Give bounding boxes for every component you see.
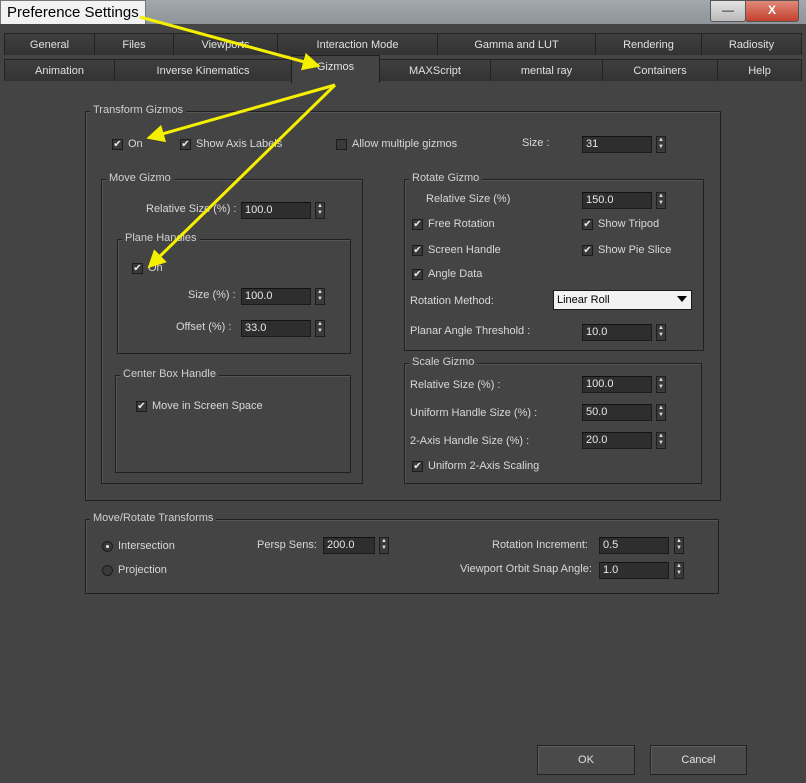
tab-animation[interactable]: Animation <box>4 59 115 81</box>
tab-mental-ray[interactable]: mental ray <box>490 59 603 81</box>
two-axis-handle-size-field[interactable]: 20.0 <box>582 432 652 449</box>
allow-multiple-checkbox[interactable] <box>336 139 347 150</box>
tab-maxscript[interactable]: MAXScript <box>379 59 491 81</box>
free-rotation-label: Free Rotation <box>428 218 495 230</box>
tab-gamma-lut[interactable]: Gamma and LUT <box>437 33 596 55</box>
planar-angle-label: Planar Angle Threshold : <box>410 325 531 337</box>
screen-handle-label: Screen Handle <box>428 244 501 256</box>
plane-offset-spinner[interactable]: ▲ ▼ <box>315 320 325 337</box>
ok-button[interactable]: OK <box>537 745 635 775</box>
uniform-scaling-checkbox[interactable]: ✔ <box>412 461 423 472</box>
show-axis-labels-label: Show Axis Labels <box>196 138 283 150</box>
center-box-legend: Center Box Handle <box>120 368 219 380</box>
uniform-handle-size-field[interactable]: 50.0 <box>582 404 652 421</box>
rotate-relative-size-spinner[interactable]: ▲ ▼ <box>656 192 666 209</box>
tab-help[interactable]: Help <box>717 59 802 81</box>
tab-radiosity[interactable]: Radiosity <box>701 33 802 55</box>
two-axis-handle-size-label: 2-Axis Handle Size (%) : <box>410 435 530 447</box>
size-spinner[interactable]: ▲ ▼ <box>656 136 666 153</box>
transform-gizmos-legend: Transform Gizmos <box>90 104 187 116</box>
uniform-scaling-label: Uniform 2-Axis Scaling <box>428 460 540 472</box>
plane-size-spinner[interactable]: ▲ ▼ <box>315 288 325 305</box>
allow-multiple-label: Allow multiple gizmos <box>352 138 458 150</box>
show-axis-labels-checkbox[interactable]: ✔ <box>180 139 191 150</box>
projection-label: Projection <box>118 564 167 576</box>
rotation-increment-label: Rotation Increment: <box>492 539 588 551</box>
center-box-group <box>115 375 351 473</box>
move-gizmo-legend: Move Gizmo <box>106 172 174 184</box>
two-axis-handle-size-spinner[interactable]: ▲ ▼ <box>656 432 666 449</box>
scale-gizmo-legend: Scale Gizmo <box>409 356 478 368</box>
tab-inverse-kinematics[interactable]: Inverse Kinematics <box>114 59 292 81</box>
plane-size-label: Size (%) : <box>188 289 236 301</box>
orbit-snap-label: Viewport Orbit Snap Angle: <box>460 563 592 575</box>
rotation-increment-spinner[interactable]: ▲ ▼ <box>674 537 684 554</box>
rotation-increment-field[interactable]: 0.5 <box>599 537 669 554</box>
persp-sens-spinner[interactable]: ▲ ▼ <box>379 537 389 554</box>
move-screen-space-checkbox[interactable]: ✔ <box>136 401 147 412</box>
size-label: Size : <box>522 137 550 149</box>
uniform-handle-size-label: Uniform Handle Size (%) : <box>410 407 538 419</box>
rotation-method-value: Linear Roll <box>557 294 610 306</box>
gizmos-on-label: On <box>128 138 143 150</box>
scale-relative-size-spinner[interactable]: ▲ ▼ <box>656 376 666 393</box>
screen-handle-checkbox[interactable]: ✔ <box>412 245 423 256</box>
size-field[interactable]: 31 <box>582 136 652 153</box>
tab-rendering[interactable]: Rendering <box>595 33 702 55</box>
window-title: Preference Settings <box>0 0 146 26</box>
free-rotation-checkbox[interactable]: ✔ <box>412 219 423 230</box>
close-button[interactable]: X <box>745 0 799 22</box>
tab-gizmos[interactable]: Gizmos <box>291 55 380 83</box>
move-screen-space-label: Move in Screen Space <box>152 400 263 412</box>
show-pie-slice-label: Show Pie Slice <box>598 244 672 256</box>
persp-sens-label: Persp Sens: <box>257 539 317 551</box>
rotate-relative-size-field[interactable]: 150.0 <box>582 192 652 209</box>
orbit-snap-field[interactable]: 1.0 <box>599 562 669 579</box>
intersection-label: Intersection <box>118 540 175 552</box>
minimize-button[interactable]: — <box>710 0 746 22</box>
move-rotate-group <box>85 519 719 594</box>
tab-interaction-mode[interactable]: Interaction Mode <box>277 33 438 55</box>
orbit-snap-spinner[interactable]: ▲ ▼ <box>674 562 684 579</box>
chevron-down-icon <box>677 296 687 302</box>
intersection-radio[interactable] <box>102 541 113 552</box>
tab-viewports[interactable]: Viewports <box>173 33 278 55</box>
planar-angle-spinner[interactable]: ▲ ▼ <box>656 324 666 341</box>
plane-offset-field[interactable]: 33.0 <box>241 320 311 337</box>
move-relative-size-field[interactable]: 100.0 <box>241 202 311 219</box>
plane-handles-on-label: On <box>148 262 163 274</box>
gizmos-on-checkbox[interactable]: ✔ <box>112 139 123 150</box>
cancel-button[interactable]: Cancel <box>650 745 747 775</box>
move-relative-size-spinner[interactable]: ▲ ▼ <box>315 202 325 219</box>
planar-angle-field[interactable]: 10.0 <box>582 324 652 341</box>
projection-radio[interactable] <box>102 565 113 576</box>
rotate-gizmo-legend: Rotate Gizmo <box>409 172 483 184</box>
scale-relative-size-field[interactable]: 100.0 <box>582 376 652 393</box>
uniform-handle-size-spinner[interactable]: ▲ ▼ <box>656 404 666 421</box>
angle-data-checkbox[interactable]: ✔ <box>412 269 423 280</box>
rotation-method-label: Rotation Method: <box>410 295 494 307</box>
plane-offset-label: Offset (%) : <box>176 321 232 333</box>
show-tripod-label: Show Tripod <box>598 218 660 230</box>
plane-handles-legend: Plane Handles <box>122 232 200 244</box>
persp-sens-field[interactable]: 200.0 <box>323 537 375 554</box>
angle-data-label: Angle Data <box>428 268 483 280</box>
show-tripod-checkbox[interactable]: ✔ <box>582 219 593 230</box>
tab-containers[interactable]: Containers <box>602 59 718 81</box>
move-relative-size-label: Relative Size (%) : <box>146 203 237 215</box>
tab-general[interactable]: General <box>4 33 95 55</box>
show-pie-slice-checkbox[interactable]: ✔ <box>582 245 593 256</box>
move-rotate-legend: Move/Rotate Transforms <box>90 512 217 524</box>
plane-handles-on-checkbox[interactable]: ✔ <box>132 263 143 274</box>
tab-files[interactable]: Files <box>94 33 174 55</box>
rotation-method-dropdown[interactable]: Linear Roll <box>553 290 692 310</box>
scale-relative-size-label: Relative Size (%) : <box>410 379 501 391</box>
plane-size-field[interactable]: 100.0 <box>241 288 311 305</box>
rotate-relative-size-label: Relative Size (%) <box>426 193 511 205</box>
